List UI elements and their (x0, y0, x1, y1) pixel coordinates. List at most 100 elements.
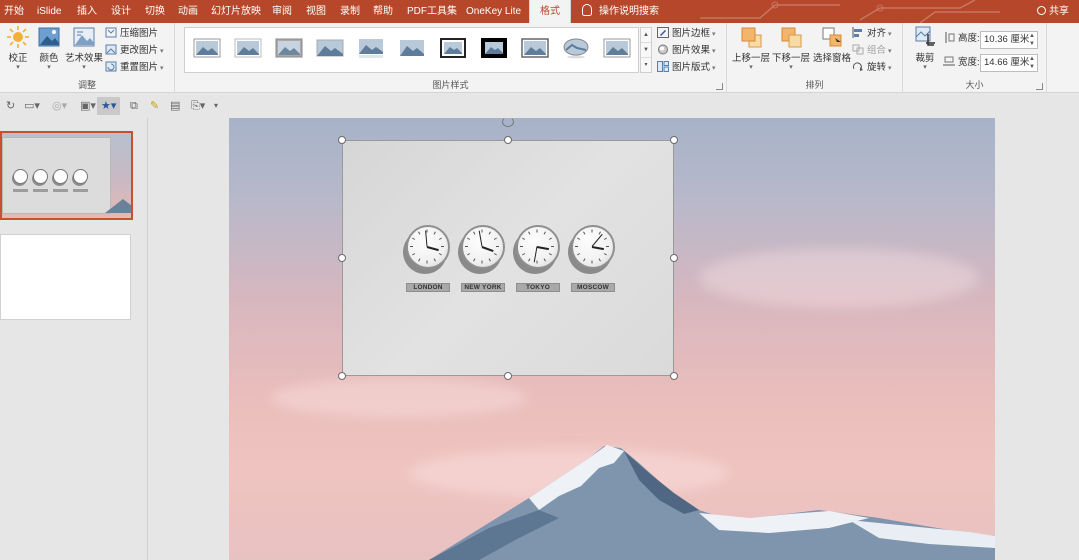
mini-clock (53, 169, 68, 184)
gallery-down-icon[interactable]: ▼ (641, 43, 651, 58)
effects-icon (657, 44, 669, 55)
tab-view[interactable]: 视图 (306, 0, 326, 23)
tell-me-label: 操作说明搜索 (599, 6, 659, 17)
gallery-scroll[interactable]: ▲ ▼ ▾ (640, 27, 652, 73)
star-icon[interactable]: ★▾ (97, 97, 121, 115)
rotate-icon (852, 61, 864, 72)
change-picture-button[interactable]: 更改图片 ▾ (105, 43, 164, 59)
crop-button[interactable]: 裁剪 ▾ (911, 26, 939, 72)
tab-review[interactable]: 审阅 (272, 0, 292, 23)
resize-handle-e[interactable] (670, 254, 678, 262)
width-spinner-icon[interactable]: ▲ ▼ (1029, 55, 1035, 71)
tab-format[interactable]: 格式 (529, 0, 571, 23)
bring-forward-label: 上移一层 (732, 53, 771, 64)
send-backward-button[interactable]: 下移一层 ▾ (772, 26, 810, 72)
picture-styles-gallery[interactable] (184, 27, 639, 73)
tab-transitions[interactable]: 切换 (145, 0, 165, 23)
compress-pictures-button[interactable]: 压缩图片 (105, 26, 158, 42)
height-label: 高度: (958, 33, 980, 44)
change-picture-icon (105, 44, 117, 55)
globe-icon[interactable]: ◎▾ (52, 99, 67, 113)
resize-handle-se[interactable] (670, 372, 678, 380)
paste-icon[interactable]: ⎘▾ (191, 99, 205, 113)
height-value: 10.36 厘米 (984, 34, 1030, 45)
rotate-handle-icon[interactable] (502, 117, 514, 127)
style-thumb-11[interactable] (603, 37, 631, 59)
style-thumb-3[interactable] (275, 37, 303, 59)
slide-thumbnail-1[interactable] (0, 131, 133, 220)
corrections-button[interactable]: 校正 ▾ (4, 26, 32, 72)
compress-icon (105, 27, 117, 38)
reset-picture-button[interactable]: 重置图片 ▾ (105, 60, 164, 76)
style-thumb-5[interactable] (357, 37, 385, 59)
resize-handle-sw[interactable] (338, 372, 346, 380)
group-objects-button[interactable]: 组合 ▾ (852, 43, 892, 59)
picture-styles-launcher[interactable] (716, 83, 723, 90)
mini-label (53, 189, 68, 192)
align-button[interactable]: 对齐 ▾ (852, 26, 892, 42)
color-button[interactable]: 颜色 ▾ (35, 26, 63, 72)
style-thumb-2[interactable] (234, 37, 262, 59)
clock-london (403, 225, 450, 274)
style-thumb-4[interactable] (316, 37, 344, 59)
selected-clock-picture[interactable]: LONDON NEW YORK TOKYO MOSCOW (342, 140, 674, 376)
gallery-more-icon[interactable]: ▾ (641, 58, 651, 73)
group-label-size: 大小 (965, 80, 984, 90)
height-input[interactable]: 10.36 厘米 ▲ ▼ (980, 31, 1038, 49)
refresh-icon[interactable]: ↻ (6, 99, 15, 113)
height-icon (943, 32, 955, 43)
width-value: 14.66 厘米 (984, 57, 1030, 68)
size-launcher[interactable] (1036, 83, 1043, 90)
style-thumb-7[interactable] (439, 37, 467, 59)
customize-icon[interactable]: ▾ (214, 99, 218, 113)
layout-menu-icon[interactable]: ▭▾ (24, 99, 40, 113)
picture-effects-button[interactable]: 图片效果 ▾ (657, 43, 716, 59)
width-label-wrap: 宽度: (943, 55, 980, 71)
copy-icon[interactable]: ⧉ (130, 99, 138, 113)
resize-handle-nw[interactable] (338, 136, 346, 144)
style-thumb-10[interactable] (562, 37, 590, 59)
tab-animations[interactable]: 动画 (178, 0, 198, 23)
height-spinner-icon[interactable]: ▲ ▼ (1029, 32, 1035, 48)
share-button[interactable]: 共享 (1037, 0, 1069, 23)
tab-help[interactable]: 帮助 (373, 0, 393, 23)
resize-handle-w[interactable] (338, 254, 346, 262)
rotate-button[interactable]: 旋转 ▾ (852, 60, 892, 76)
tab-islide[interactable]: iSlide (37, 0, 61, 23)
tab-onekey-lite[interactable]: OneKey Lite (466, 0, 521, 23)
resize-handle-ne[interactable] (670, 136, 678, 144)
artistic-effects-button[interactable]: 艺术效果 ▾ (64, 26, 104, 72)
city-label: NEW YORK (461, 283, 505, 292)
table-icon[interactable]: ▤ (170, 99, 180, 113)
tab-home[interactable]: 开始 (4, 0, 24, 23)
style-thumb-9[interactable] (521, 37, 549, 59)
tell-me-search[interactable]: 操作说明搜索 (582, 0, 659, 23)
bring-forward-button[interactable]: 上移一层 ▾ (732, 26, 770, 72)
tab-slideshow[interactable]: 幻灯片放映 (211, 0, 261, 23)
gallery-up-icon[interactable]: ▲ (641, 28, 651, 43)
width-label: 宽度: (958, 57, 980, 68)
style-thumb-8[interactable] (480, 37, 508, 59)
resize-handle-n[interactable] (504, 136, 512, 144)
mini-clock (73, 169, 88, 184)
mini-label (33, 189, 48, 192)
slide-icon[interactable]: ▣▾ (80, 99, 96, 113)
width-input[interactable]: 14.66 厘米 ▲ ▼ (980, 54, 1038, 72)
style-thumb-6[interactable] (398, 37, 426, 59)
rotate-label: 旋转 (867, 62, 887, 73)
thumbnail-picture (2, 137, 111, 214)
tab-design[interactable]: 设计 (111, 0, 131, 23)
tab-record[interactable]: 录制 (340, 0, 360, 23)
send-backward-icon (780, 26, 802, 48)
style-thumb-1[interactable] (193, 37, 221, 59)
picture-border-button[interactable]: 图片边框 ▾ (657, 26, 716, 42)
tab-insert[interactable]: 插入 (77, 0, 97, 23)
mini-clock (33, 169, 48, 184)
selection-pane-button[interactable]: 选择窗格 (812, 26, 852, 64)
picture-layout-button[interactable]: 图片版式 ▾ (657, 60, 716, 76)
resize-handle-s[interactable] (504, 372, 512, 380)
brush-icon[interactable]: ✎ (150, 99, 159, 113)
tab-pdf-tools[interactable]: PDF工具集 (407, 0, 457, 23)
picture-border-label: 图片边框 (672, 28, 711, 39)
slide-thumbnail-2[interactable] (0, 234, 131, 320)
